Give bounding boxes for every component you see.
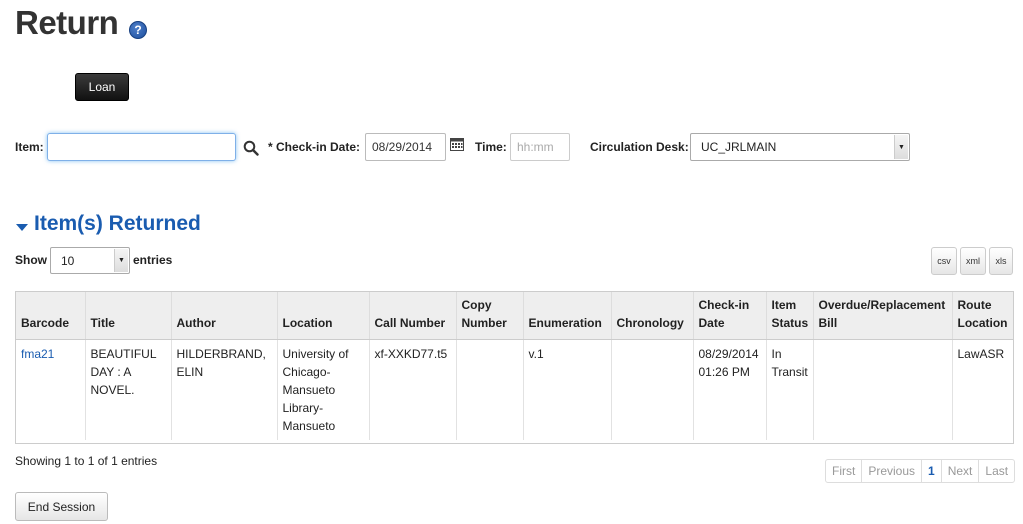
column-header-call-number[interactable]: Call Number (369, 292, 457, 340)
entries-label: entries (133, 253, 173, 267)
time-label: Time: (475, 140, 507, 154)
circulation-desk-select[interactable]: UC_JRLMAIN ▼ (690, 133, 910, 161)
barcode-link[interactable]: fma21 (21, 347, 54, 361)
column-header-author[interactable]: Author (171, 292, 278, 340)
table-info: Showing 1 to 1 of 1 entries (15, 454, 158, 468)
time-input[interactable]: hh:mm (510, 133, 570, 161)
help-icon[interactable]: ? (129, 21, 147, 39)
chevron-down-icon: ▼ (894, 135, 908, 159)
column-header-copy-number[interactable]: Copy Number (456, 292, 524, 340)
column-header-barcode[interactable]: Barcode (16, 292, 86, 340)
column-header-checkin-date[interactable]: Check-in Date (693, 292, 767, 340)
circulation-desk-label: Circulation Desk: (590, 140, 689, 154)
cell-chronology (611, 339, 694, 440)
column-header-item-status[interactable]: Item Status (766, 292, 814, 340)
pagination-page-1[interactable]: 1 (922, 460, 942, 482)
export-xls-button[interactable]: xls (989, 247, 1013, 275)
column-header-route-location[interactable]: Route Location (952, 292, 1013, 340)
export-xml-button[interactable]: xml (960, 247, 986, 275)
checkin-date-input[interactable]: 08/29/2014 (365, 133, 446, 161)
page-length-select[interactable]: 10 ▼ (50, 247, 130, 274)
loan-button[interactable]: Loan (75, 73, 129, 101)
export-csv-button[interactable]: csv (931, 247, 957, 275)
item-label: Item: (15, 140, 44, 154)
pagination-first[interactable]: First (826, 460, 863, 482)
calendar-icon[interactable] (449, 136, 465, 152)
search-icon[interactable] (243, 140, 259, 156)
cell-barcode: fma21 (16, 339, 86, 440)
page-title: Return (15, 4, 119, 41)
chevron-down-icon: ▼ (114, 249, 128, 272)
cell-copy-number (456, 339, 524, 440)
page-length-value: 10 (61, 253, 75, 268)
cell-location: University of Chicago-Mansueto Library-M… (277, 339, 370, 440)
checkin-date-label: * Check-in Date: (268, 140, 361, 154)
cell-checkin-date: 08/29/2014 01:26 PM (693, 339, 767, 440)
cell-call-number: xf-XXKD77.t5 (369, 339, 457, 440)
pagination: First Previous 1 Next Last (825, 459, 1016, 483)
items-returned-table: Barcode Title Author Location Call Numbe… (15, 291, 1014, 444)
table-row: fma21 BEAUTIFUL DAY : A NOVEL. HILDERBRA… (16, 339, 1013, 440)
table-header-row: Barcode Title Author Location Call Numbe… (16, 292, 1013, 340)
circulation-desk-value: UC_JRLMAIN (701, 140, 777, 154)
column-header-location[interactable]: Location (277, 292, 370, 340)
triangle-down-icon[interactable] (16, 224, 28, 231)
cell-title: BEAUTIFUL DAY : A NOVEL. (85, 339, 172, 440)
show-label: Show (15, 253, 47, 267)
section-title[interactable]: Item(s) Returned (34, 212, 201, 236)
pagination-last[interactable]: Last (979, 460, 1014, 482)
cell-author: HILDERBRAND, ELIN (171, 339, 278, 440)
pagination-previous[interactable]: Previous (862, 460, 923, 482)
column-header-chronology[interactable]: Chronology (611, 292, 694, 340)
cell-bill (813, 339, 953, 440)
cell-enumeration: v.1 (523, 339, 612, 440)
column-header-enumeration[interactable]: Enumeration (523, 292, 612, 340)
pagination-next[interactable]: Next (942, 460, 980, 482)
end-session-button[interactable]: End Session (15, 492, 108, 521)
item-input[interactable] (47, 133, 236, 161)
column-header-title[interactable]: Title (85, 292, 172, 340)
column-header-bill[interactable]: Overdue/Replacement Bill (813, 292, 953, 340)
cell-item-status: In Transit (766, 339, 814, 440)
cell-route-location: LawASR (957, 347, 1005, 361)
